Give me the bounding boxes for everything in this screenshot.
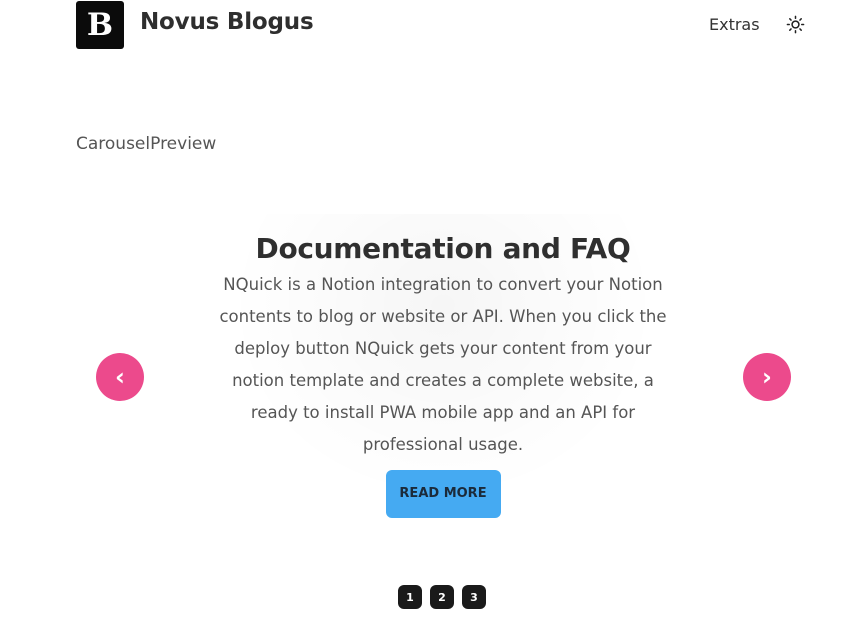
section-label: CarouselPreview xyxy=(76,134,217,154)
chevron-right-icon: › xyxy=(762,363,772,391)
slide-description: NQuick is a Notion integration to conver… xyxy=(219,275,667,454)
theme-toggle-button[interactable] xyxy=(786,15,805,34)
page-button-1[interactable]: 1 xyxy=(398,585,422,609)
site-title[interactable]: Novus Blogus xyxy=(140,9,314,35)
carousel-pagination: 1 2 3 xyxy=(398,585,486,609)
page-button-2[interactable]: 2 xyxy=(430,585,454,609)
carousel-next-button[interactable]: › xyxy=(743,353,791,401)
page: B Novus Blogus Extras CarouselPreview ‹ … xyxy=(0,0,867,642)
site-logo[interactable]: B xyxy=(76,1,124,49)
carousel-prev-button[interactable]: ‹ xyxy=(96,353,144,401)
sun-icon xyxy=(786,15,805,34)
chevron-left-icon: ‹ xyxy=(115,363,125,391)
logo-letter: B xyxy=(86,6,114,43)
read-more-button[interactable]: READ MORE xyxy=(385,470,501,518)
page-button-3[interactable]: 3 xyxy=(462,585,486,609)
slide-title: Documentation and FAQ xyxy=(255,232,631,265)
nav-extras-link[interactable]: Extras xyxy=(709,15,760,34)
carousel-slide: Documentation and FAQ NQuick is a Notion… xyxy=(210,214,676,518)
